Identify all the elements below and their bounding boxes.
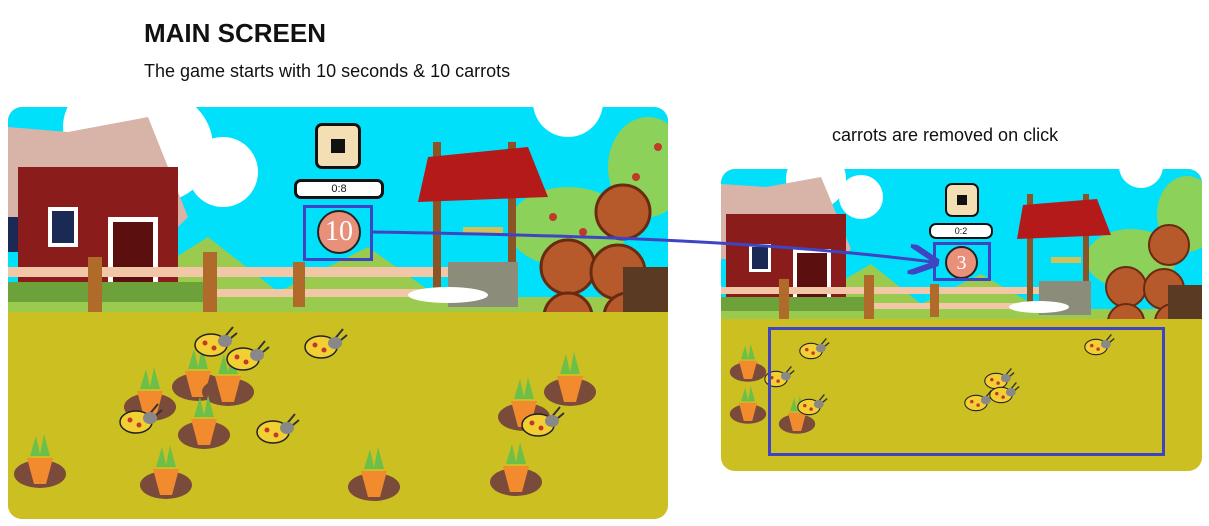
bug-enemy	[799, 337, 830, 360]
bug-enemy	[256, 413, 300, 444]
page-subtitle: The game starts with 10 seconds & 10 car…	[144, 61, 511, 81]
main-game-scene: 0:8 10	[8, 107, 668, 519]
bug-enemy	[226, 340, 270, 371]
carrot[interactable]	[348, 447, 400, 501]
bug-enemy	[304, 328, 348, 359]
carrot[interactable]	[14, 434, 66, 488]
page-title: MAIN SCREEN	[144, 18, 327, 48]
carrot[interactable]	[140, 445, 192, 499]
carrot-counter: 3	[945, 246, 978, 279]
bug-enemy	[764, 365, 795, 388]
carrot-counter: 10	[317, 210, 361, 254]
pause-button[interactable]	[945, 183, 979, 217]
carrot[interactable]	[490, 442, 542, 496]
annotation-label: carrots are removed on click	[832, 125, 1059, 145]
game-scene-after-clicks: 0:2 3	[721, 169, 1202, 471]
timer-display: 0:2	[929, 223, 993, 239]
timer-display: 0:8	[294, 179, 384, 199]
bug-enemy	[797, 393, 828, 416]
bug-enemy	[984, 367, 1015, 390]
stop-square-icon	[331, 139, 345, 153]
carrot[interactable]	[729, 344, 767, 382]
carrot[interactable]	[729, 386, 767, 424]
carrot[interactable]	[544, 352, 596, 406]
bug-enemy	[1084, 333, 1115, 356]
stop-square-icon	[957, 195, 967, 205]
pause-button[interactable]	[315, 123, 361, 169]
